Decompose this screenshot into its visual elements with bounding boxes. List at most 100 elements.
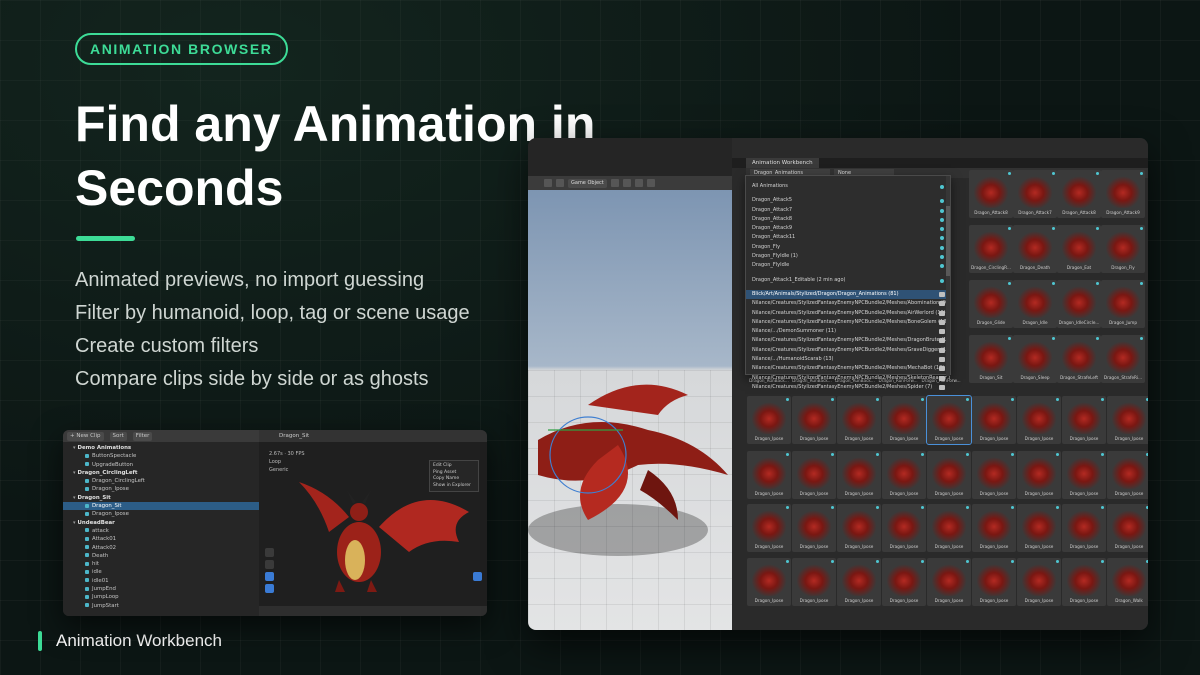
scene-view[interactable] (528, 190, 732, 630)
animation-tile[interactable]: Dragon_Ipose (1017, 558, 1061, 606)
filter-menu-item[interactable]: Nilance/.../DemonSummoner (11) (746, 327, 950, 336)
animation-tile[interactable]: Dragon_Attack7 (1013, 170, 1057, 218)
filter-menu-item[interactable]: Dragon_Attack7 (746, 206, 950, 215)
menu-scrollbar[interactable] (946, 176, 950, 376)
animation-tile[interactable]: Dragon_Idle (1013, 280, 1057, 328)
filter-menu-item[interactable]: Nilance/Creatures/StylizedFantasyEnemyNP… (746, 383, 950, 392)
filter-menu-item[interactable]: All Animations (746, 182, 950, 191)
animation-tile[interactable]: Dragon_Ipose (1062, 558, 1106, 606)
sort-button[interactable]: Sort (109, 431, 127, 441)
hand-tool-icon[interactable] (610, 179, 619, 187)
tree-group[interactable]: ▾ UndeadBear (63, 519, 259, 527)
filter-menu-item[interactable]: Dragon_Attack9 (746, 224, 950, 233)
animation-tile[interactable]: Dragon_Death (1013, 225, 1057, 273)
filter-menu-item[interactable]: Nilance/Creatures/StylizedFantasyEnemyNP… (746, 336, 950, 345)
animation-tile[interactable]: Dragon_Jump (1101, 280, 1145, 328)
tree-item[interactable]: JumpStart (63, 602, 259, 610)
filter-menu-item[interactable]: Dragon_Fly (746, 243, 950, 252)
tree-item[interactable]: Dragon_CirclingLeft (63, 477, 259, 485)
playback-bar[interactable] (259, 606, 487, 616)
animation-tile[interactable]: Dragon_Sit (969, 335, 1013, 383)
filter-menu-item[interactable]: Dragon_Attack8 (746, 215, 950, 224)
animation-tile[interactable]: Dragon_Ipose (1062, 504, 1106, 552)
refresh-icon[interactable] (265, 548, 274, 557)
tree-item[interactable]: idle01 (63, 577, 259, 585)
animation-tile[interactable]: Dragon_Ipose (882, 396, 926, 444)
filter-menu-item[interactable]: Nilance/Creatures/StylizedFantasyEnemyNP… (746, 318, 950, 327)
animation-tile[interactable]: Dragon_StrafeLeft (1057, 335, 1101, 383)
tree-group[interactable]: ▾ Dragon_CirclingLeft (63, 469, 259, 477)
tree-item[interactable]: JumpEnd (63, 585, 259, 593)
animation-tile[interactable]: Dragon_Ipose (972, 396, 1016, 444)
animation-tile[interactable]: Dragon_Sleep (1013, 335, 1057, 383)
expand-icon[interactable] (473, 572, 482, 581)
filter-menu-item[interactable]: Dragon_Attack11 (746, 233, 950, 242)
animation-tile[interactable]: Dragon_Walk (1107, 558, 1148, 606)
animation-tile[interactable]: Dragon_Ipose (926, 395, 972, 445)
animation-tile[interactable]: Dragon_Attack9 (1101, 170, 1145, 218)
tree-item[interactable]: UpgradeButton (63, 461, 259, 469)
filter-button[interactable]: Filter (132, 431, 153, 441)
tree-item[interactable]: attack (63, 527, 259, 535)
animation-tile[interactable]: Dragon_Glide (969, 280, 1013, 328)
animation-tile[interactable]: Dragon_Ipose (927, 504, 971, 552)
animation-tile[interactable]: Dragon_Attack8 (969, 170, 1013, 218)
animation-tile[interactable]: Dragon_IdleCircle... (1057, 280, 1101, 328)
animation-tile[interactable]: Dragon_Ipose (972, 558, 1016, 606)
filter-menu-item[interactable]: Nilance/Creatures/StylizedFantasyEnemyNP… (746, 299, 950, 308)
animation-tile[interactable]: Dragon_Ipose (1107, 451, 1148, 499)
menu-item-show-in-explorer[interactable]: Show in Explorer (433, 483, 475, 490)
preview-tab[interactable]: Dragon_Sit (259, 430, 487, 442)
animation-tile[interactable]: Dragon_Ipose (747, 504, 791, 552)
tab-animation-workbench[interactable]: Animation Workbench (746, 158, 819, 168)
tree-item[interactable]: Death (63, 552, 259, 560)
tree-item[interactable]: ButtonSpectacle (63, 452, 259, 460)
filter-menu-item[interactable]: Nilance/Creatures/StylizedFantasyEnemyNP… (746, 309, 950, 318)
animation-tile[interactable]: Dragon_Ipose (927, 451, 971, 499)
animation-tile[interactable]: Dragon_Ipose (882, 558, 926, 606)
filter-menu-item[interactable]: Dragon_Attack1_Editable (2 min ago) (746, 276, 950, 285)
animation-tile[interactable]: Dragon_Ipose (927, 558, 971, 606)
animation-tile[interactable]: Dragon_Ipose (837, 396, 881, 444)
animation-tile[interactable]: Dragon_CirclingR... (969, 225, 1013, 273)
animation-tile[interactable]: Dragon_Ipose (792, 451, 836, 499)
filter-menu-item[interactable]: Dragon_FlyIdle (746, 261, 950, 270)
ghost-toggle-icon[interactable] (265, 572, 274, 581)
animation-tile[interactable]: Dragon_Ipose (837, 504, 881, 552)
filter-menu-item[interactable]: Nilance/.../HumanoidScarab (13) (746, 355, 950, 364)
animation-tile[interactable]: Dragon_Ipose (1017, 396, 1061, 444)
tool-icon[interactable] (544, 179, 552, 187)
animation-tile[interactable]: Dragon_StrafeRi... (1101, 335, 1145, 383)
animation-tile[interactable]: Dragon_Ipose (792, 558, 836, 606)
animation-tile[interactable]: Dragon_Ipose (747, 396, 791, 444)
tree-item[interactable]: JumpLoop (63, 593, 259, 601)
filter-menu-item[interactable]: Blick/Art/Animals/Stylized/Dragon/Dragon… (746, 289, 950, 300)
animation-tile[interactable]: Dragon_Attack8 (1057, 170, 1101, 218)
animation-tile[interactable]: Dragon_Ipose (1017, 451, 1061, 499)
tree-item[interactable]: Attack01 (63, 535, 259, 543)
move-tool-icon[interactable] (622, 179, 631, 187)
animation-tile[interactable]: Dragon_Ipose (972, 504, 1016, 552)
animation-tile[interactable]: Dragon_Ipose (837, 451, 881, 499)
tree-group[interactable]: ▾ Demo Animations (63, 444, 259, 452)
animation-tile[interactable]: Dragon_Ipose (837, 558, 881, 606)
animation-tile[interactable]: Dragon_Ipose (882, 451, 926, 499)
animation-tile[interactable]: Dragon_Ipose (792, 504, 836, 552)
new-clip-button[interactable]: + New Clip (67, 431, 104, 441)
animation-tile[interactable]: Dragon_Ipose (1062, 396, 1106, 444)
tree-group[interactable]: ▾ Dragon_Sit (63, 494, 259, 502)
animation-tile[interactable]: Dragon_Ipose (1062, 451, 1106, 499)
tool-icon[interactable] (556, 179, 564, 187)
filter-menu-item[interactable]: Nilance/Creatures/StylizedFantasyEnemyNP… (746, 346, 950, 355)
rotate-tool-icon[interactable] (634, 179, 643, 187)
animation-tile[interactable]: Dragon_Ipose (1017, 504, 1061, 552)
animation-tile[interactable]: Dragon_Eat (1057, 225, 1101, 273)
animation-tile[interactable]: Dragon_Ipose (972, 451, 1016, 499)
animation-tile[interactable]: Dragon_Ipose (747, 451, 791, 499)
tree-item[interactable]: hit (63, 560, 259, 568)
game-object-dropdown[interactable]: Game Object (568, 178, 607, 188)
animation-tile[interactable]: Dragon_Ipose (882, 504, 926, 552)
animation-tile[interactable]: Dragon_Ipose (792, 396, 836, 444)
compare-toggle-icon[interactable] (265, 584, 274, 593)
filter-menu-item[interactable]: Nilance/Creatures/StylizedFantasyEnemyNP… (746, 364, 950, 373)
